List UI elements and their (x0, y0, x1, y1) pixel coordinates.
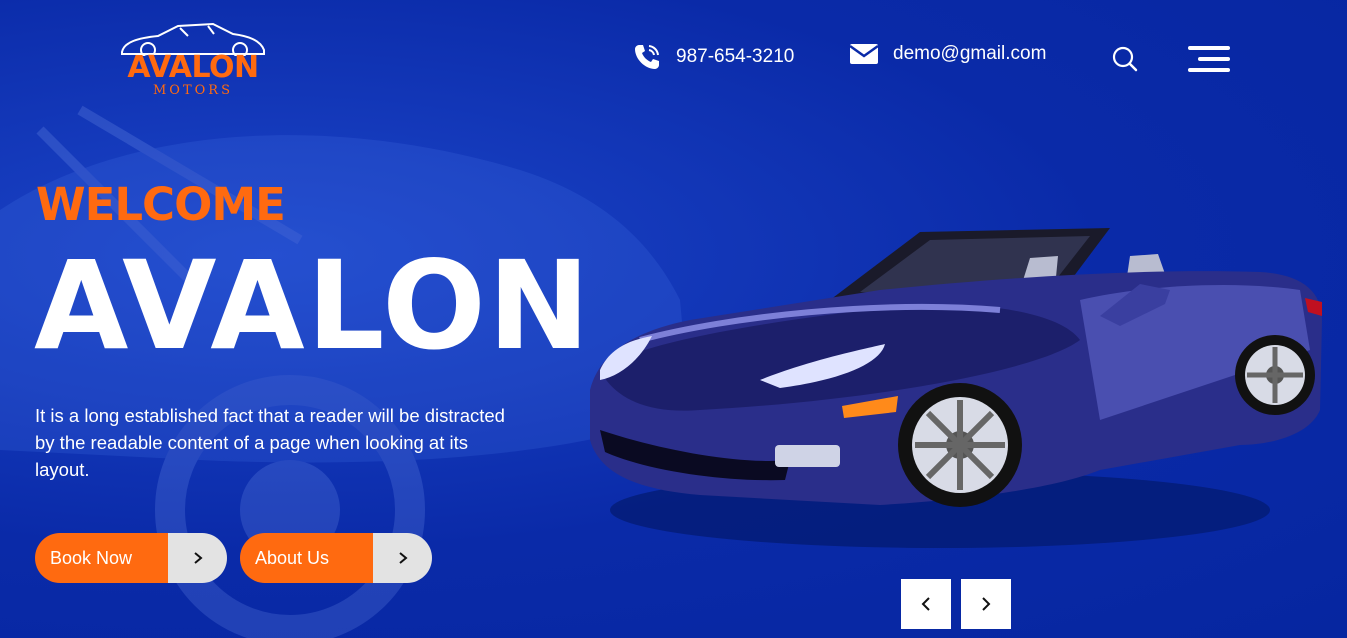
convertible-car-image (590, 228, 1322, 548)
book-now-button[interactable]: Book Now (35, 533, 227, 583)
menu-button[interactable] (1188, 46, 1232, 74)
phone-contact[interactable]: 987-654-3210 (632, 42, 794, 72)
logo-text: AVALON (127, 50, 259, 85)
email-contact[interactable]: demo@gmail.com (849, 42, 1046, 66)
logo[interactable]: AVALON MOTORS (112, 20, 272, 100)
phone-number: 987-654-3210 (676, 46, 795, 67)
phone-icon (635, 45, 659, 69)
mail-icon (849, 44, 879, 64)
welcome-heading: WELCOME (36, 178, 286, 231)
about-us-button[interactable]: About Us (240, 533, 432, 583)
hero-description: It is a long established fact that a rea… (35, 405, 505, 480)
chevron-right-icon (168, 533, 227, 583)
search-button[interactable] (1110, 44, 1140, 74)
hero-title: AVALON (34, 235, 592, 377)
slider-prev-button[interactable] (901, 579, 951, 629)
chevron-right-icon (982, 597, 991, 611)
search-icon (1112, 46, 1138, 72)
slider-next-button[interactable] (961, 579, 1011, 629)
about-us-label: About Us (240, 533, 373, 583)
hero-section: AVALON MOTORS 987-654-3210 demo@gmail.co… (0, 0, 1347, 638)
chevron-left-icon (921, 597, 930, 611)
logo-subtext: MOTORS (153, 83, 233, 98)
book-now-label: Book Now (35, 533, 168, 583)
chevron-right-icon (373, 533, 432, 583)
email-address: demo@gmail.com (893, 43, 1047, 64)
